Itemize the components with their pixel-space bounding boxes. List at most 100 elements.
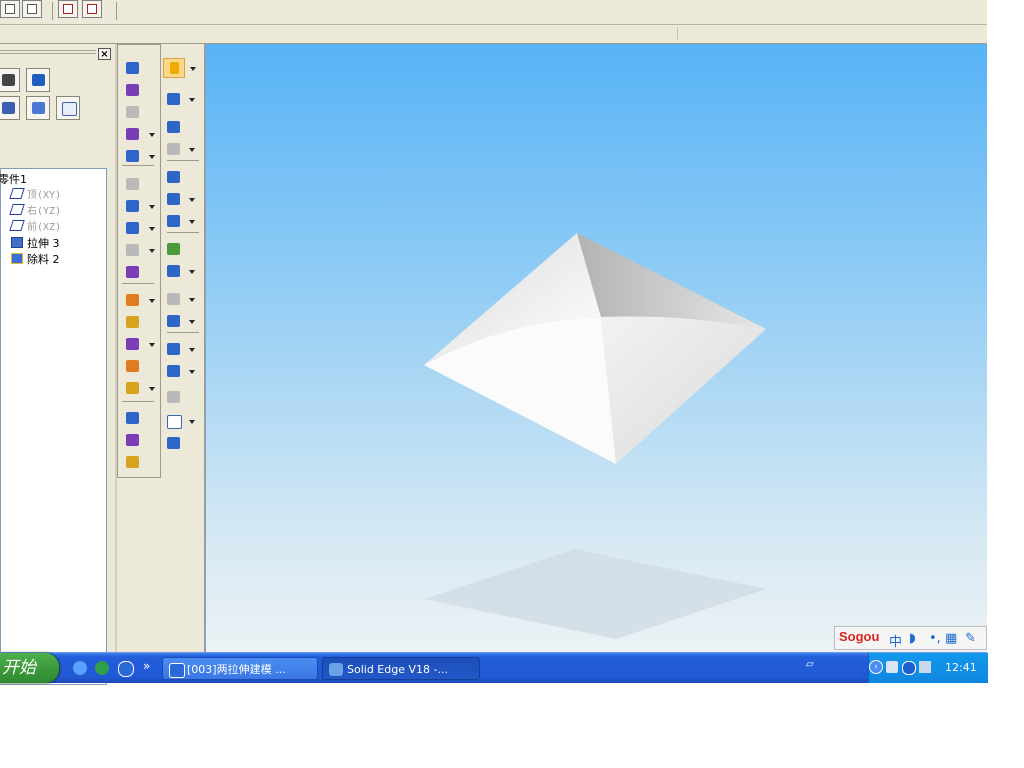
curve-tool-icon[interactable] <box>122 291 155 311</box>
lip-tool-icon[interactable] <box>122 379 155 399</box>
toolbar-separator <box>167 332 199 333</box>
tray-app-icon[interactable] <box>902 661 916 675</box>
profile-tool-icon[interactable] <box>163 118 185 138</box>
panel-grip[interactable] <box>0 50 96 51</box>
solid-tool-icon[interactable] <box>163 190 195 210</box>
thread-tool-icon[interactable] <box>122 175 144 195</box>
toolbar-button-3[interactable] <box>58 0 78 18</box>
chamfer-tool-icon[interactable] <box>122 219 155 239</box>
restore-icon[interactable]: ▱ <box>806 659 814 670</box>
offset-tool-icon[interactable] <box>163 212 195 232</box>
coordinate-system-icon[interactable] <box>163 340 195 360</box>
plane-tool-icon[interactable] <box>163 262 195 282</box>
sketch-tool-icon[interactable] <box>163 90 195 110</box>
tree-item-plane-front[interactable]: 前(XZ) <box>9 220 62 236</box>
quicklaunch-icon[interactable] <box>118 661 134 677</box>
toolbar-separator <box>122 283 154 284</box>
spring-tool-icon[interactable] <box>163 140 195 160</box>
start-button[interactable]: 开始 <box>0 653 59 683</box>
pathfinder-tool-display[interactable] <box>0 68 20 92</box>
tree-root[interactable]: 零件1 <box>0 172 27 188</box>
toolbar-separator <box>167 160 199 161</box>
split-tool-icon[interactable] <box>163 312 195 332</box>
revolved-cut-tool-icon[interactable] <box>122 147 155 167</box>
mirror-tool-icon[interactable] <box>122 409 144 429</box>
close-icon[interactable]: × <box>98 48 111 60</box>
surface-tool-icon[interactable] <box>163 168 185 188</box>
plane-outline-icon[interactable] <box>163 412 195 432</box>
pattern-tool-icon[interactable] <box>122 431 144 451</box>
feature-toolbar-column-1 <box>117 44 161 478</box>
half-width-icon[interactable]: ◗ <box>909 631 916 646</box>
select-arrow-icon[interactable] <box>163 58 196 78</box>
app-icon <box>169 663 185 678</box>
tree-item-label: 拉伸 3 <box>27 237 60 250</box>
thin-wall-tool-icon[interactable] <box>122 263 144 283</box>
clock[interactable]: 12:41 <box>945 661 977 674</box>
pathfinder-panel: × 零件1 顶(XY) 右(YZ) 前(XZ) 拉伸 3 除料 2 <box>0 44 115 685</box>
tray-app-icon[interactable] <box>886 661 898 673</box>
blend-tool-icon[interactable] <box>163 240 185 260</box>
panel-grip[interactable] <box>0 53 96 54</box>
pathfinder-tool-parts[interactable] <box>0 96 20 120</box>
pathfinder-tool-layers[interactable] <box>56 96 80 120</box>
taskbar-item-solid-edge[interactable]: Solid Edge V18 -... <box>322 657 480 680</box>
reference-plane-tool-icon[interactable] <box>163 362 195 382</box>
hole-tool-icon[interactable] <box>122 103 144 123</box>
status-strip <box>0 25 987 44</box>
tree-item-cut[interactable]: 除料 2 <box>11 252 60 268</box>
quicklaunch-icon[interactable] <box>95 661 109 675</box>
settings-wrench-icon[interactable]: ✎ <box>965 631 976 646</box>
measure-tool-icon[interactable] <box>163 388 185 408</box>
revolve-tool-icon[interactable] <box>122 81 144 101</box>
model-shadow <box>424 549 766 639</box>
cut-feature-icon <box>11 253 23 264</box>
tree-item-label: 除料 2 <box>27 253 60 266</box>
pathfinder-tool-features[interactable] <box>26 96 50 120</box>
draft-tool-icon[interactable] <box>122 241 155 261</box>
model-viewport[interactable] <box>205 44 987 652</box>
helix-tool-icon[interactable] <box>122 335 155 355</box>
taskbar-item-tutorial[interactable]: [003]两拉伸建模 ... <box>162 657 318 680</box>
toolbar-button-4[interactable] <box>82 0 102 18</box>
toolbar-separator <box>167 232 199 233</box>
round-tool-icon[interactable] <box>122 197 155 217</box>
rib-tool-icon[interactable] <box>122 357 144 377</box>
pyramid-model[interactable] <box>206 44 987 652</box>
punctuation-icon[interactable]: •, <box>929 631 941 646</box>
tray-collapse-icon[interactable]: ‹ <box>869 660 883 674</box>
top-toolbar <box>0 0 987 25</box>
ime-toolbar[interactable]: Sogou 中 ◗ •, ▦ ✎ <box>834 626 987 650</box>
feature-toolbar <box>117 44 205 652</box>
extrude-feature-icon <box>11 237 23 248</box>
tree-item-label: 顶(XY) <box>27 190 62 201</box>
cutout-tool-icon[interactable] <box>122 125 155 145</box>
tree-item-label: 前(XZ) <box>27 222 62 233</box>
system-tray: ‹ 12:41 <box>868 653 988 683</box>
reference-plane-icon <box>9 188 25 199</box>
tree-item-extrude[interactable]: 拉伸 3 <box>11 236 60 252</box>
part-view-icon[interactable] <box>163 434 185 454</box>
sweep-tool-icon[interactable] <box>122 313 144 333</box>
quicklaunch-expand-icon[interactable]: » <box>143 659 150 673</box>
tree-item-plane-right[interactable]: 右(YZ) <box>9 204 61 220</box>
attach-tool-icon[interactable] <box>122 453 144 473</box>
task-label: Solid Edge V18 -... <box>347 663 448 676</box>
ime-mode-toggle[interactable]: 中 <box>889 631 902 650</box>
network-icon[interactable] <box>919 661 931 673</box>
reference-plane-icon <box>9 220 25 231</box>
pathfinder-tool-settings[interactable] <box>26 68 50 92</box>
pyramid-face-back-right <box>577 233 766 329</box>
protrusion-tool-icon[interactable] <box>122 59 144 79</box>
taskbar: 开始 » [003]两拉伸建模 ... Solid Edge V18 -... … <box>0 652 988 683</box>
intersect-tool-icon[interactable] <box>163 290 195 310</box>
keyboard-icon[interactable]: ▦ <box>945 631 957 646</box>
status-cell-divider <box>677 27 678 40</box>
quicklaunch-icon[interactable] <box>73 661 87 675</box>
toolbar-button-2[interactable] <box>22 0 42 18</box>
tree-item-plane-top[interactable]: 顶(XY) <box>9 188 62 204</box>
toolbar-button-1[interactable] <box>0 0 20 18</box>
pyramid-face-front-left <box>424 317 616 464</box>
toolbar-separator <box>122 401 154 402</box>
task-label: [003]两拉伸建模 ... <box>187 663 286 676</box>
